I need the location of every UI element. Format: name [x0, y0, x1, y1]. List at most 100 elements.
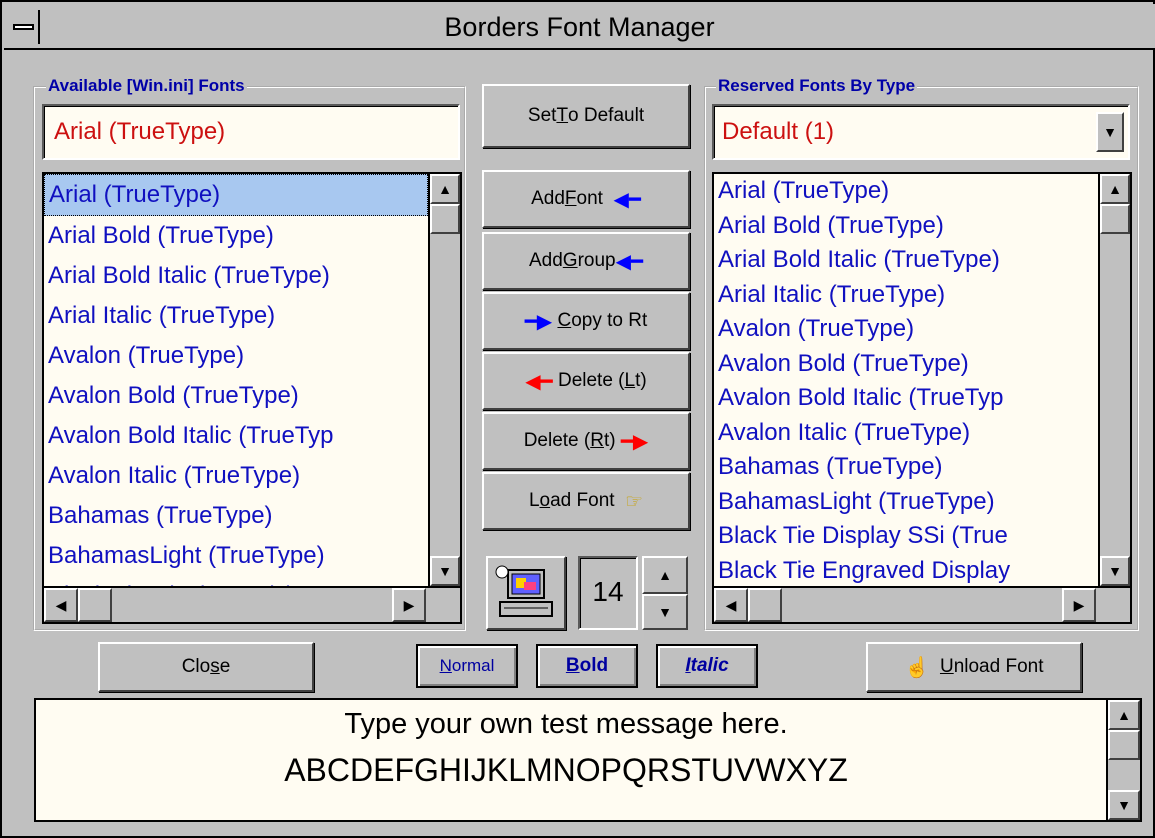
list-item[interactable]: Arial Italic (TrueType): [714, 278, 1098, 313]
button-hotkey: G: [562, 250, 578, 271]
scroll-down-icon[interactable]: ▼: [430, 556, 460, 586]
scroll-left-icon[interactable]: ◀: [44, 588, 78, 622]
blue-left-arrow-icon: ◀━: [615, 250, 644, 273]
button-label: t): [603, 430, 616, 451]
vertical-scrollbar[interactable]: ▲ ▼: [1106, 700, 1140, 820]
test-message-box[interactable]: Type your own test message here. ABCDEFG…: [34, 698, 1142, 822]
scroll-down-icon[interactable]: ▼: [1100, 556, 1130, 586]
font-type-combo[interactable]: Default (1) ▼: [712, 104, 1130, 160]
scroll-right-icon[interactable]: ▶: [392, 588, 426, 622]
scroll-right-icon[interactable]: ▶: [1062, 588, 1096, 622]
available-font-field-value: Arial (TrueType): [54, 118, 226, 145]
list-item[interactable]: BahamasLight (TrueType): [44, 536, 428, 576]
computer-button[interactable]: [486, 556, 566, 630]
font-size-value-box[interactable]: 14: [578, 556, 638, 630]
scroll-left-icon[interactable]: ◀: [714, 588, 748, 622]
italic-style-button[interactable]: Italic: [656, 644, 758, 688]
size-down-icon[interactable]: ▼: [642, 594, 688, 630]
button-hotkey: o: [539, 490, 551, 511]
close-button[interactable]: Clo s e: [98, 642, 314, 692]
reserved-fonts-items: Arial (TrueType) Arial Bold (TrueType) A…: [714, 174, 1098, 586]
system-menu-button[interactable]: [10, 10, 40, 44]
button-label: Add: [531, 188, 565, 209]
button-label: ont: [576, 188, 603, 209]
normal-style-button[interactable]: Normal: [416, 644, 518, 688]
horizontal-scrollbar[interactable]: ◀ ▶: [714, 586, 1130, 622]
hand-icon: ☝: [904, 656, 930, 679]
button-label: opy to Rt: [571, 310, 648, 331]
unload-font-button[interactable]: ☝ Unload Font: [866, 642, 1082, 692]
system-menu-icon: [13, 24, 34, 30]
list-item[interactable]: Avalon Bold (TrueType): [44, 376, 428, 416]
scroll-up-icon[interactable]: ▲: [430, 174, 460, 204]
load-font-button[interactable]: Lo ad Font ☞: [482, 472, 690, 530]
size-up-icon[interactable]: ▲: [642, 556, 688, 594]
button-label: t): [635, 370, 647, 391]
list-item[interactable]: Arial Bold Italic (TrueType): [714, 243, 1098, 278]
list-item[interactable]: Avalon Bold Italic (TrueTyp: [44, 416, 428, 456]
add-font-button[interactable]: Add Font ◀━: [482, 170, 690, 228]
delete-left-button[interactable]: ◀━ Delete (Lt): [482, 352, 690, 410]
button-label: ad Font: [550, 490, 615, 511]
button-label: e: [219, 656, 231, 677]
button-label: L: [528, 490, 540, 511]
list-item[interactable]: Bahamas (TrueType): [714, 450, 1098, 485]
list-item[interactable]: Avalon Bold (TrueType): [714, 347, 1098, 382]
list-item[interactable]: Avalon Bold Italic (TrueTyp: [714, 381, 1098, 416]
available-fonts-label: Available [Win.ini] Fonts: [46, 76, 247, 96]
horizontal-scrollbar[interactable]: ◀ ▶: [44, 586, 460, 622]
scroll-thumb[interactable]: [78, 588, 112, 622]
button-hotkey: L: [624, 370, 636, 391]
scroll-thumb[interactable]: [430, 204, 460, 234]
window-title: Borders Font Manager: [444, 12, 715, 42]
button-label: Set: [527, 105, 557, 126]
list-item[interactable]: Black Tie Display SSi (True: [714, 519, 1098, 554]
button-hotkey: N: [439, 656, 452, 675]
button-label: Delete (: [523, 430, 591, 451]
available-fonts-items: Arial (TrueType) Arial Bold (TrueType) A…: [44, 174, 428, 609]
set-to-default-button[interactable]: Set To Default: [482, 84, 690, 148]
list-item[interactable]: Arial Bold Italic (TrueType): [44, 256, 428, 296]
list-item[interactable]: BahamasLight (TrueType): [714, 485, 1098, 520]
vertical-scrollbar[interactable]: ▲ ▼: [1098, 174, 1130, 586]
list-item[interactable]: Arial Bold (TrueType): [44, 216, 428, 256]
add-group-button[interactable]: Add Group ◀━: [482, 232, 690, 290]
button-label: old: [579, 655, 609, 676]
button-hotkey: C: [557, 310, 572, 331]
list-item[interactable]: Black Tie Engraved Display: [714, 554, 1098, 589]
reserved-fonts-listbox[interactable]: Arial (TrueType) Arial Bold (TrueType) A…: [712, 172, 1132, 624]
list-item[interactable]: Avalon Italic (TrueType): [714, 416, 1098, 451]
dropdown-arrow-icon[interactable]: ▼: [1096, 112, 1124, 152]
scroll-up-icon[interactable]: ▲: [1100, 174, 1130, 204]
list-item[interactable]: Arial (TrueType): [714, 174, 1098, 209]
list-item[interactable]: Bahamas (TrueType): [44, 496, 428, 536]
list-item[interactable]: Arial Italic (TrueType): [44, 296, 428, 336]
copy-to-right-button[interactable]: ━▶ Copy to Rt: [482, 292, 690, 350]
button-hotkey: s: [210, 656, 220, 677]
scroll-thumb[interactable]: [748, 588, 782, 622]
button-hotkey: R: [590, 430, 604, 451]
button-label: Clo: [181, 656, 211, 677]
scroll-down-icon[interactable]: ▼: [1108, 790, 1140, 820]
available-font-field[interactable]: Arial (TrueType): [42, 104, 460, 160]
button-hotkey: T: [556, 105, 569, 126]
bold-style-button[interactable]: Bold: [536, 644, 638, 688]
list-item[interactable]: Arial Bold (TrueType): [714, 209, 1098, 244]
scroll-thumb[interactable]: [1100, 204, 1130, 234]
button-label: ormal: [451, 656, 495, 675]
list-item[interactable]: Avalon (TrueType): [44, 336, 428, 376]
delete-right-button[interactable]: Delete (Rt) ━▶: [482, 412, 690, 470]
list-item[interactable]: Arial (TrueType): [44, 174, 428, 216]
button-label: o Default: [568, 105, 645, 126]
scroll-thumb[interactable]: [1108, 730, 1140, 760]
vertical-scrollbar[interactable]: ▲ ▼: [428, 174, 460, 586]
button-hotkey: B: [565, 655, 580, 676]
available-fonts-listbox[interactable]: Arial (TrueType) Arial Bold (TrueType) A…: [42, 172, 462, 624]
blue-right-arrow-icon: ━▶: [524, 310, 553, 333]
list-item[interactable]: Avalon (TrueType): [714, 312, 1098, 347]
button-label: nload Font: [953, 656, 1044, 677]
button-label: Add: [528, 250, 563, 271]
list-item[interactable]: Avalon Italic (TrueType): [44, 456, 428, 496]
font-size-value: 14: [592, 576, 624, 607]
scroll-up-icon[interactable]: ▲: [1108, 700, 1140, 730]
